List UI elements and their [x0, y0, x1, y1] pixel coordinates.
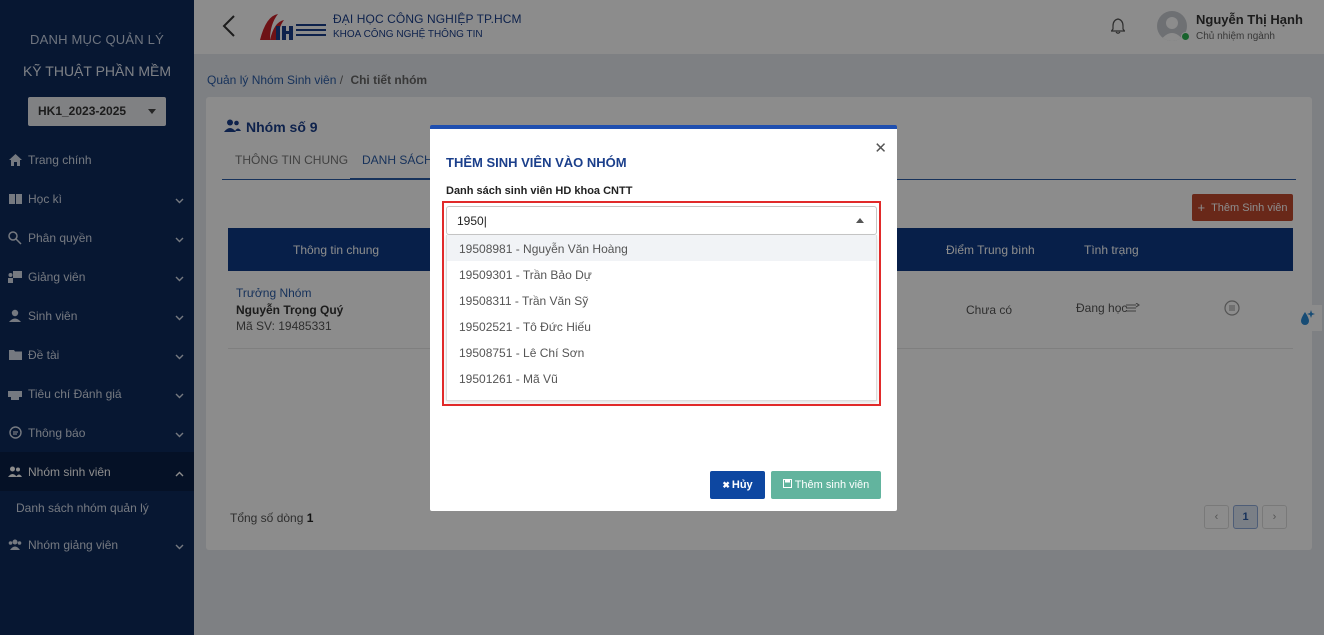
modal-title: THÊM SINH VIÊN VÀO NHÓM	[446, 155, 627, 170]
cancel-label: Hủy	[731, 479, 753, 491]
highlight-box	[442, 201, 881, 406]
close-icon[interactable]: ✕	[874, 139, 887, 157]
add-student-modal: ✕ THÊM SINH VIÊN VÀO NHÓM Danh sách sinh…	[430, 125, 897, 511]
submit-label: Thêm sinh viên	[794, 479, 870, 491]
cancel-icon: ✖	[722, 479, 730, 490]
submit-add-student-button[interactable]: Thêm sinh viên	[771, 471, 881, 499]
student-list-label: Danh sách sinh viên HD khoa CNTT	[446, 185, 633, 197]
cancel-button[interactable]: ✖ Hủy	[710, 471, 765, 499]
save-icon	[782, 479, 792, 491]
